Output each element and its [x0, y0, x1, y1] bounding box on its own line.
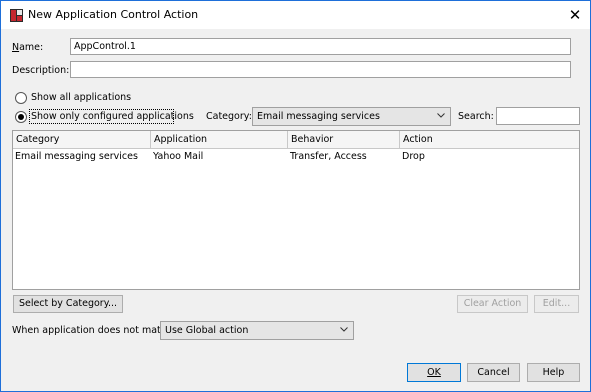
category-value: Email messaging services: [257, 111, 380, 122]
radio-show-configured-label[interactable]: Show only configured applications: [31, 111, 194, 122]
help-button-label: Help: [542, 367, 565, 378]
description-field[interactable]: [70, 61, 571, 78]
applications-table[interactable]: Category Application Behavior Action Ema…: [12, 130, 580, 290]
ok-button-label: OK: [427, 367, 441, 378]
column-header-application[interactable]: Application: [151, 131, 288, 149]
ok-button[interactable]: OK: [407, 363, 461, 382]
name-label-rest: ame:: [19, 42, 44, 53]
edit-button[interactable]: Edit...: [534, 295, 579, 313]
column-header-behavior[interactable]: Behavior: [288, 131, 400, 149]
close-icon[interactable]: ✕: [562, 4, 588, 26]
select-by-category-button[interactable]: Select by Category...: [13, 295, 123, 313]
no-match-label: When application does not match:: [12, 325, 176, 336]
cancel-button-label: Cancel: [477, 367, 510, 378]
chevron-down-icon: [437, 111, 445, 119]
title-bar: New Application Control Action ✕: [1, 1, 590, 29]
cell-application: Yahoo Mail: [153, 151, 204, 162]
description-label: Description:: [12, 65, 70, 76]
window-title: New Application Control Action: [28, 8, 199, 21]
column-header-category[interactable]: Category: [13, 131, 151, 149]
search-label: Search:: [458, 111, 494, 122]
radio-show-all[interactable]: [15, 92, 27, 104]
radio-show-all-label[interactable]: Show all applications: [31, 92, 131, 103]
category-label: Category:: [206, 111, 252, 122]
name-label: Name:: [12, 42, 44, 53]
radio-show-configured[interactable]: [15, 111, 27, 123]
cell-action: Drop: [402, 151, 425, 162]
dialog-window: New Application Control Action ✕ Name: A…: [0, 0, 591, 392]
name-field[interactable]: AppControl.1: [70, 38, 571, 55]
cell-category: Email messaging services: [15, 151, 138, 162]
no-match-dropdown[interactable]: Use Global action: [160, 321, 354, 340]
app-icon: [10, 9, 23, 22]
category-dropdown[interactable]: Email messaging services: [252, 107, 451, 126]
no-match-value: Use Global action: [165, 325, 249, 336]
clear-action-button[interactable]: Clear Action: [457, 295, 528, 313]
column-header-action[interactable]: Action: [400, 131, 579, 149]
search-input[interactable]: [496, 107, 580, 125]
help-button[interactable]: Help: [527, 363, 580, 382]
cell-behavior: Transfer, Access: [290, 151, 367, 162]
chevron-down-icon: [340, 325, 348, 333]
cancel-button[interactable]: Cancel: [467, 363, 520, 382]
